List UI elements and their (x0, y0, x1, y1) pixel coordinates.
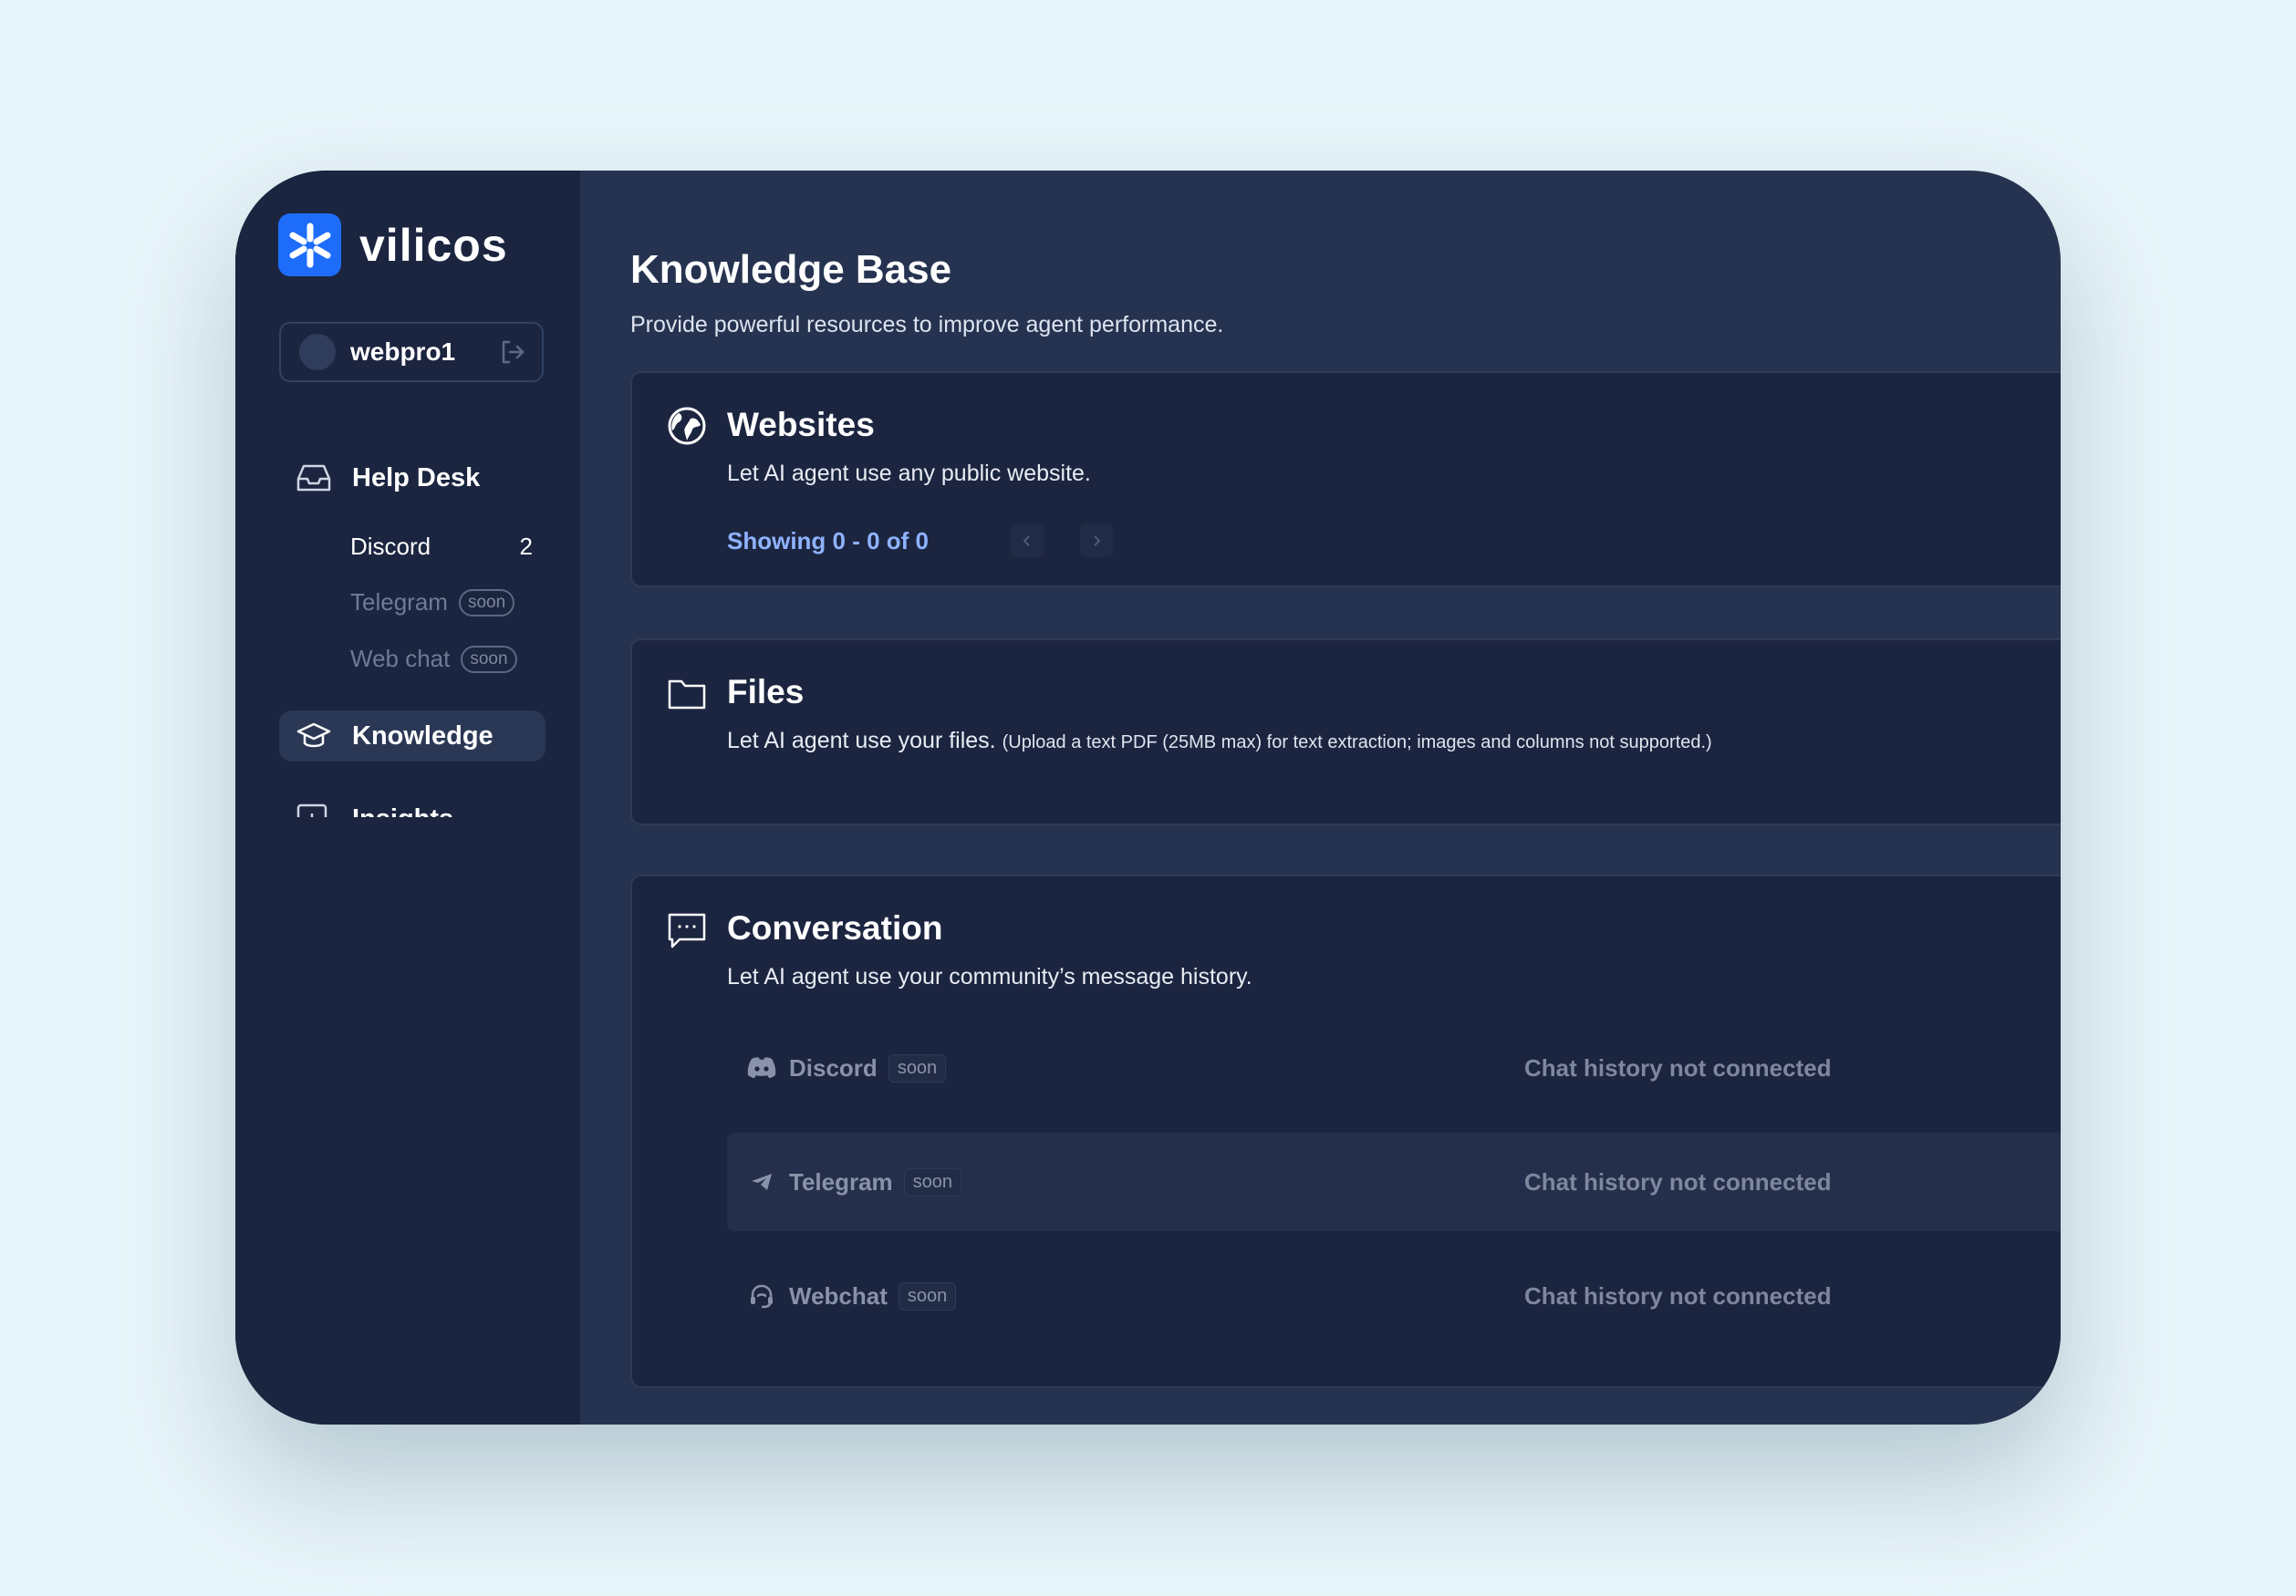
discord-count-badge: 2 (519, 533, 533, 560)
soon-badge: soon (898, 1281, 957, 1311)
files-note: (Upload a text PDF (25MB max) for text e… (1002, 732, 1712, 752)
conversation-row-discord[interactable]: Discord soon Chat history not connected (727, 1019, 2061, 1117)
globe-icon (667, 406, 707, 451)
avatar (299, 334, 336, 370)
soon-badge: soon (888, 1053, 947, 1083)
soon-badge: soon (461, 645, 517, 673)
page-subtitle: Provide powerful resources to improve ag… (630, 312, 1224, 337)
nav-sub-web-chat[interactable]: Web chat soon (350, 645, 533, 673)
pagination-text: Showing 0 - 0 of 0 (727, 526, 930, 554)
websites-description: Let AI agent use any public website. (727, 461, 1091, 486)
brand-name: vilicos (359, 219, 508, 271)
files-title: Files (727, 673, 805, 710)
nav-sub-discord[interactable]: Discord 2 (350, 533, 533, 561)
soon-badge: soon (458, 588, 515, 617)
pagination-next-button[interactable] (1080, 524, 1114, 557)
nav-sub-label: Web chat (350, 645, 451, 672)
telegram-icon (745, 1171, 778, 1193)
folder-icon (667, 677, 707, 716)
logout-icon[interactable] (498, 337, 527, 367)
nav-knowledge-label: Knowledge (352, 720, 493, 751)
websites-card: Websites Let AI agent use any public web… (630, 371, 2061, 587)
conversation-channel-name: Telegram (789, 1167, 893, 1196)
page-background: vilicos webpro1 Help Desk Discord 2 Tele… (0, 0, 2296, 1596)
conversation-status: Chat history not connected (1524, 1053, 1832, 1082)
page-title: Knowledge Base (630, 247, 952, 292)
chevron-right-icon (1094, 535, 1101, 546)
main-content: Knowledge Base Provide powerful resource… (580, 171, 2061, 1425)
nav-insights-label: Insights (352, 804, 453, 818)
files-description-line: Let AI agent use your files. (Upload a t… (727, 728, 1712, 754)
vilicos-logo-icon (278, 213, 341, 276)
nav-sub-telegram[interactable]: Telegram soon (350, 588, 533, 617)
conversation-description: Let AI agent use your community’s messag… (727, 964, 1252, 990)
conversation-card: Conversation Let AI agent use your commu… (630, 875, 2061, 1388)
files-description: Let AI agent use your files. (727, 728, 996, 753)
user-account[interactable]: webpro1 (279, 322, 544, 382)
user-name: webpro1 (350, 337, 456, 366)
conversation-status: Chat history not connected (1524, 1281, 1832, 1310)
nav-help-desk[interactable]: Help Desk (279, 452, 545, 503)
soon-badge: soon (903, 1167, 962, 1197)
bar-chart-icon (296, 803, 336, 817)
conversation-row-webchat[interactable]: Webchat soon Chat history not connected (727, 1247, 2061, 1345)
nav-help-desk-label: Help Desk (352, 462, 481, 492)
websites-pagination: Showing 0 - 0 of 0 (727, 524, 1114, 557)
files-card: Files Let AI agent use your files. (Uplo… (630, 638, 2061, 825)
pagination-prev-button[interactable] (1011, 524, 1044, 557)
headset-icon (745, 1282, 778, 1310)
conversation-channel-name: Discord (789, 1053, 878, 1082)
conversation-channel-name: Webchat (789, 1281, 888, 1310)
inbox-icon (296, 462, 336, 493)
brand[interactable]: vilicos (278, 213, 508, 276)
graduation-cap-icon (296, 720, 336, 751)
nav-knowledge[interactable]: Knowledge (279, 710, 545, 762)
chevron-left-icon (1023, 535, 1030, 546)
conversation-status: Chat history not connected (1524, 1167, 1832, 1196)
websites-title: Websites (727, 406, 875, 443)
conversation-row-telegram[interactable]: Telegram soon Chat history not connected (727, 1133, 2061, 1231)
sidebar: vilicos webpro1 Help Desk Discord 2 Tele… (235, 171, 580, 1425)
app-window: vilicos webpro1 Help Desk Discord 2 Tele… (235, 171, 2061, 1425)
chat-bubble-icon (667, 911, 707, 956)
nav-sub-label: Telegram (350, 588, 448, 616)
discord-icon (745, 1056, 778, 1080)
conversation-title: Conversation (727, 909, 943, 947)
nav-insights[interactable]: Insights (279, 793, 553, 817)
nav-sub-label: Discord (350, 533, 431, 560)
